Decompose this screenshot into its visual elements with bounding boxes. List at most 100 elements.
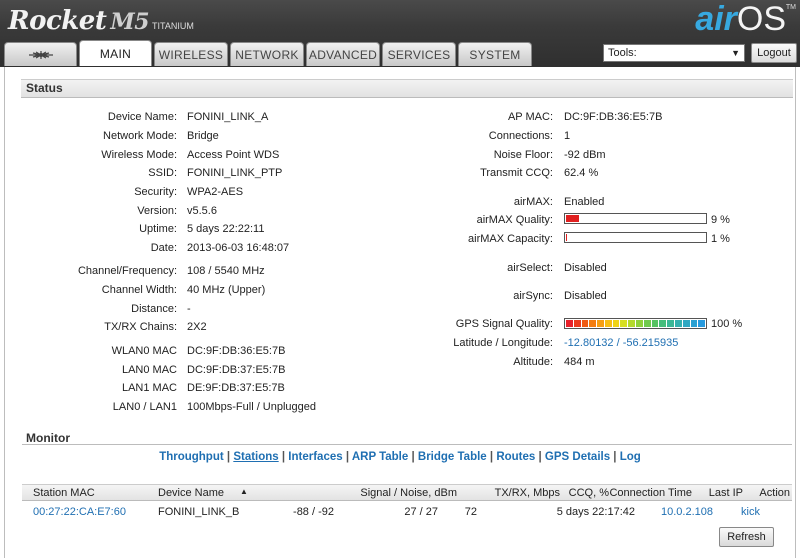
status-value-connections: 1 (564, 130, 571, 142)
gps-bar-segment (636, 320, 643, 327)
gps-bar-segment (682, 320, 690, 327)
link-separator: | (408, 451, 418, 463)
airmax-quality-fill (566, 215, 579, 222)
tools-select-value: Tools: (608, 47, 637, 59)
gps-bar-segment (581, 320, 589, 327)
monitor-link-log[interactable]: Log (620, 451, 641, 463)
status-value-distance: - (187, 303, 191, 315)
monitor-link-bridge-table[interactable]: Bridge Table (418, 451, 487, 463)
gps-bar-segment (667, 320, 674, 327)
column-header-connection-time[interactable]: Connection Time (609, 487, 692, 499)
monitor-link-arp-table[interactable]: ARP Table (352, 451, 408, 463)
status-label-transmit-ccq: Transmit CCQ: (480, 167, 553, 179)
status-label-lan0-lan1: LAN0 / LAN1 (112, 401, 177, 413)
station-mac-link[interactable]: 00:27:22:CA:E7:60 (33, 506, 126, 518)
column-header-station-mac[interactable]: Station MAC (33, 487, 95, 499)
link-separator: | (342, 451, 352, 463)
refresh-button[interactable]: Refresh (719, 527, 774, 547)
status-value-gps-signal-quality: 100 % (711, 318, 743, 330)
link-separator: | (535, 451, 545, 463)
column-header-action[interactable]: Action (759, 487, 790, 499)
monitor-links: Throughput | Stations | Interfaces | ARP… (0, 451, 800, 463)
column-header-device-name[interactable]: Device Name (158, 487, 224, 499)
tab-system[interactable]: SYSTEM (458, 42, 532, 66)
status-label-airselect: airSelect: (507, 262, 553, 274)
gps-bar-segment (643, 320, 651, 327)
status-title: Status (26, 81, 63, 95)
status-value-airselect: Disabled (564, 262, 607, 274)
ccq-value: 72 (464, 506, 477, 518)
status-value-transmit-ccq: 62.4 % (564, 167, 599, 179)
brand-name: Rocket (8, 6, 107, 36)
status-value-lan0-lan1: 100Mbps-Full / Unplugged (187, 401, 317, 413)
tab-advanced[interactable]: ADVANCED (306, 42, 380, 66)
gps-bar-segment (690, 320, 698, 327)
tab-main[interactable]: MAIN (79, 40, 152, 66)
link-separator: | (486, 451, 497, 463)
status-value-airmax: Enabled (564, 196, 605, 208)
column-header-signal-noise-dbm[interactable]: Signal / Noise, dBm (360, 487, 457, 499)
header: Rocket M5 TITANIUM airOS TM MAIN WIRELESS N… (0, 0, 800, 67)
tab-wireless[interactable]: WIRELESS (154, 42, 228, 66)
status-label-altitude: Altitude: (513, 356, 553, 368)
gps-signal-bar (564, 318, 707, 329)
brand-model: M5 (110, 9, 150, 35)
status-value-latitude-longitude: -12.80132 / -56.215935 (564, 337, 679, 349)
status-label-noise-floor: Noise Floor: (493, 149, 553, 161)
gps-bar-segment (659, 320, 667, 327)
column-header-tx-rx-mbps[interactable]: TX/RX, Mbps (495, 487, 560, 499)
monitor-link-interfaces[interactable]: Interfaces (288, 451, 342, 463)
airmax-capacity-fill (566, 234, 567, 241)
device-name: FONINI_LINK_B (158, 506, 240, 518)
brand-logo: Rocket M5 TITANIUM (8, 6, 194, 36)
status-label-airmax-quality: airMAX Quality: (476, 214, 553, 226)
status-value-altitude: 484 m (564, 356, 595, 368)
status-label-airmax: airMAX: (513, 196, 553, 208)
tools-select[interactable]: Tools: ▼ (603, 44, 745, 62)
gps-bar-segment (674, 320, 682, 327)
link-separator: | (278, 451, 289, 463)
gps-bar-segment (597, 320, 604, 327)
link-separator: | (223, 451, 234, 463)
monitor-link-throughput[interactable]: Throughput (159, 451, 224, 463)
airos-logo-os: OS (736, 0, 786, 38)
monitor-link-routes[interactable]: Routes (496, 451, 535, 463)
main-tabs: MAIN WIRELESS NETWORK ADVANCED SERVICES … (4, 40, 532, 66)
status-label-gps-signal-quality: GPS Signal Quality: (455, 318, 553, 330)
status-value-ap-mac: DC:9F:DB:36:E5:7B (564, 111, 663, 123)
logout-button[interactable]: Logout (751, 43, 797, 63)
gps-bar-segment (620, 320, 628, 327)
status-label-airsync: airSync: (513, 290, 553, 302)
gps-bar-segment (628, 320, 636, 327)
brand-model-sub: TITANIUM (152, 21, 194, 31)
gps-bar-segment (566, 320, 573, 327)
monitor-divider (22, 444, 792, 445)
sort-ascending-icon[interactable]: ▲ (240, 487, 248, 496)
column-header-last-ip[interactable]: Last IP (709, 487, 743, 499)
monitor-title: Monitor (26, 431, 70, 445)
tab-network[interactable]: NETWORK (230, 42, 304, 66)
link-separator: | (610, 451, 620, 463)
tab-ubnt-logo[interactable] (4, 42, 77, 66)
status-label-lan1-mac: LAN1 MAC (121, 382, 177, 394)
signal-noise: -88 / -92 (293, 506, 334, 518)
kick-link[interactable]: kick (741, 506, 760, 518)
status-header-bar (21, 79, 793, 98)
gps-bar-segment (604, 320, 612, 327)
status-label-distance: Distance: (131, 303, 177, 315)
gps-bar-segment (698, 320, 706, 327)
tab-services[interactable]: SERVICES (382, 42, 456, 66)
airmax-quality-bar (564, 213, 707, 224)
airos-logo-air: air (695, 0, 737, 38)
monitor-link-gps-details[interactable]: GPS Details (545, 451, 610, 463)
gps-bar-segment (651, 320, 659, 327)
column-header-ccq[interactable]: CCQ, % (569, 487, 609, 499)
gps-bar-segment (589, 320, 597, 327)
last-ip-link[interactable]: 10.0.2.108 (661, 506, 713, 518)
monitor-link-stations[interactable]: Stations (233, 451, 278, 463)
gps-bar-segment (612, 320, 620, 327)
airos-logo-tm: TM (785, 4, 796, 11)
status-value-airsync: Disabled (564, 290, 607, 302)
status-value-lan1-mac: DE:9F:DB:37:E5:7B (187, 382, 285, 394)
status-value-noise-floor: -92 dBm (564, 149, 606, 161)
